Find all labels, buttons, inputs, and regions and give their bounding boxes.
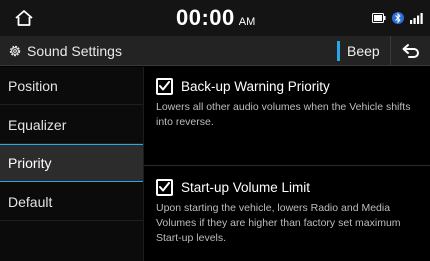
divider [144, 165, 430, 166]
beep-indicator [337, 41, 340, 61]
sidebar: Position Equalizer Priority Default [0, 67, 143, 261]
sidebar-item-equalizer[interactable]: Equalizer [0, 106, 143, 144]
option-header[interactable]: Back-up Warning Priority [156, 75, 426, 97]
checkbox[interactable] [156, 178, 173, 196]
media-indicator-icon [372, 13, 386, 23]
gear-icon [9, 45, 21, 57]
settings-panel: Back-up Warning Priority Lowers all othe… [144, 67, 430, 261]
sidebar-item-label: Default [8, 193, 53, 210]
sidebar-item-label: Priority [8, 155, 52, 171]
clock-ampm: AM [238, 16, 256, 28]
home-icon [15, 10, 33, 26]
page-title-text: Sound Settings [27, 43, 122, 59]
clock: 00:00 AM [176, 4, 255, 32]
checkbox[interactable] [156, 77, 173, 95]
sidebar-item-default[interactable]: Default [0, 183, 143, 221]
signal-icon [410, 13, 423, 24]
page-title: Sound Settings [8, 36, 122, 66]
title-bar: Sound Settings Beep [0, 36, 430, 66]
back-arrow-icon [402, 44, 419, 58]
sidebar-item-priority[interactable]: Priority [0, 144, 143, 182]
sidebar-item-label: Equalizer [8, 116, 67, 133]
beep-button[interactable]: Beep [337, 38, 389, 64]
home-button[interactable] [0, 0, 48, 36]
option-backup-warning-priority: Back-up Warning Priority Lowers all othe… [156, 75, 426, 130]
option-label: Start-up Volume Limit [181, 179, 311, 195]
sidebar-item-label: Position [8, 77, 58, 94]
beep-label: Beep [347, 43, 380, 59]
option-description: Upon starting the vehicle, lowers Radio … [156, 202, 401, 244]
checkmark-icon [159, 182, 170, 192]
option-header[interactable]: Start-up Volume Limit [156, 176, 426, 198]
option-label: Back-up Warning Priority [181, 78, 330, 94]
clock-time: 00:00 [176, 5, 235, 30]
back-button[interactable] [391, 36, 430, 66]
option-description: Lowers all other audio volumes when the … [156, 101, 411, 128]
status-icons [372, 10, 424, 26]
bluetooth-icon [392, 12, 404, 24]
option-startup-volume-limit: Start-up Volume Limit Upon starting the … [156, 176, 426, 246]
sidebar-item-position[interactable]: Position [0, 67, 143, 105]
checkmark-icon [159, 81, 170, 91]
status-bar: 00:00 AM [0, 0, 430, 36]
